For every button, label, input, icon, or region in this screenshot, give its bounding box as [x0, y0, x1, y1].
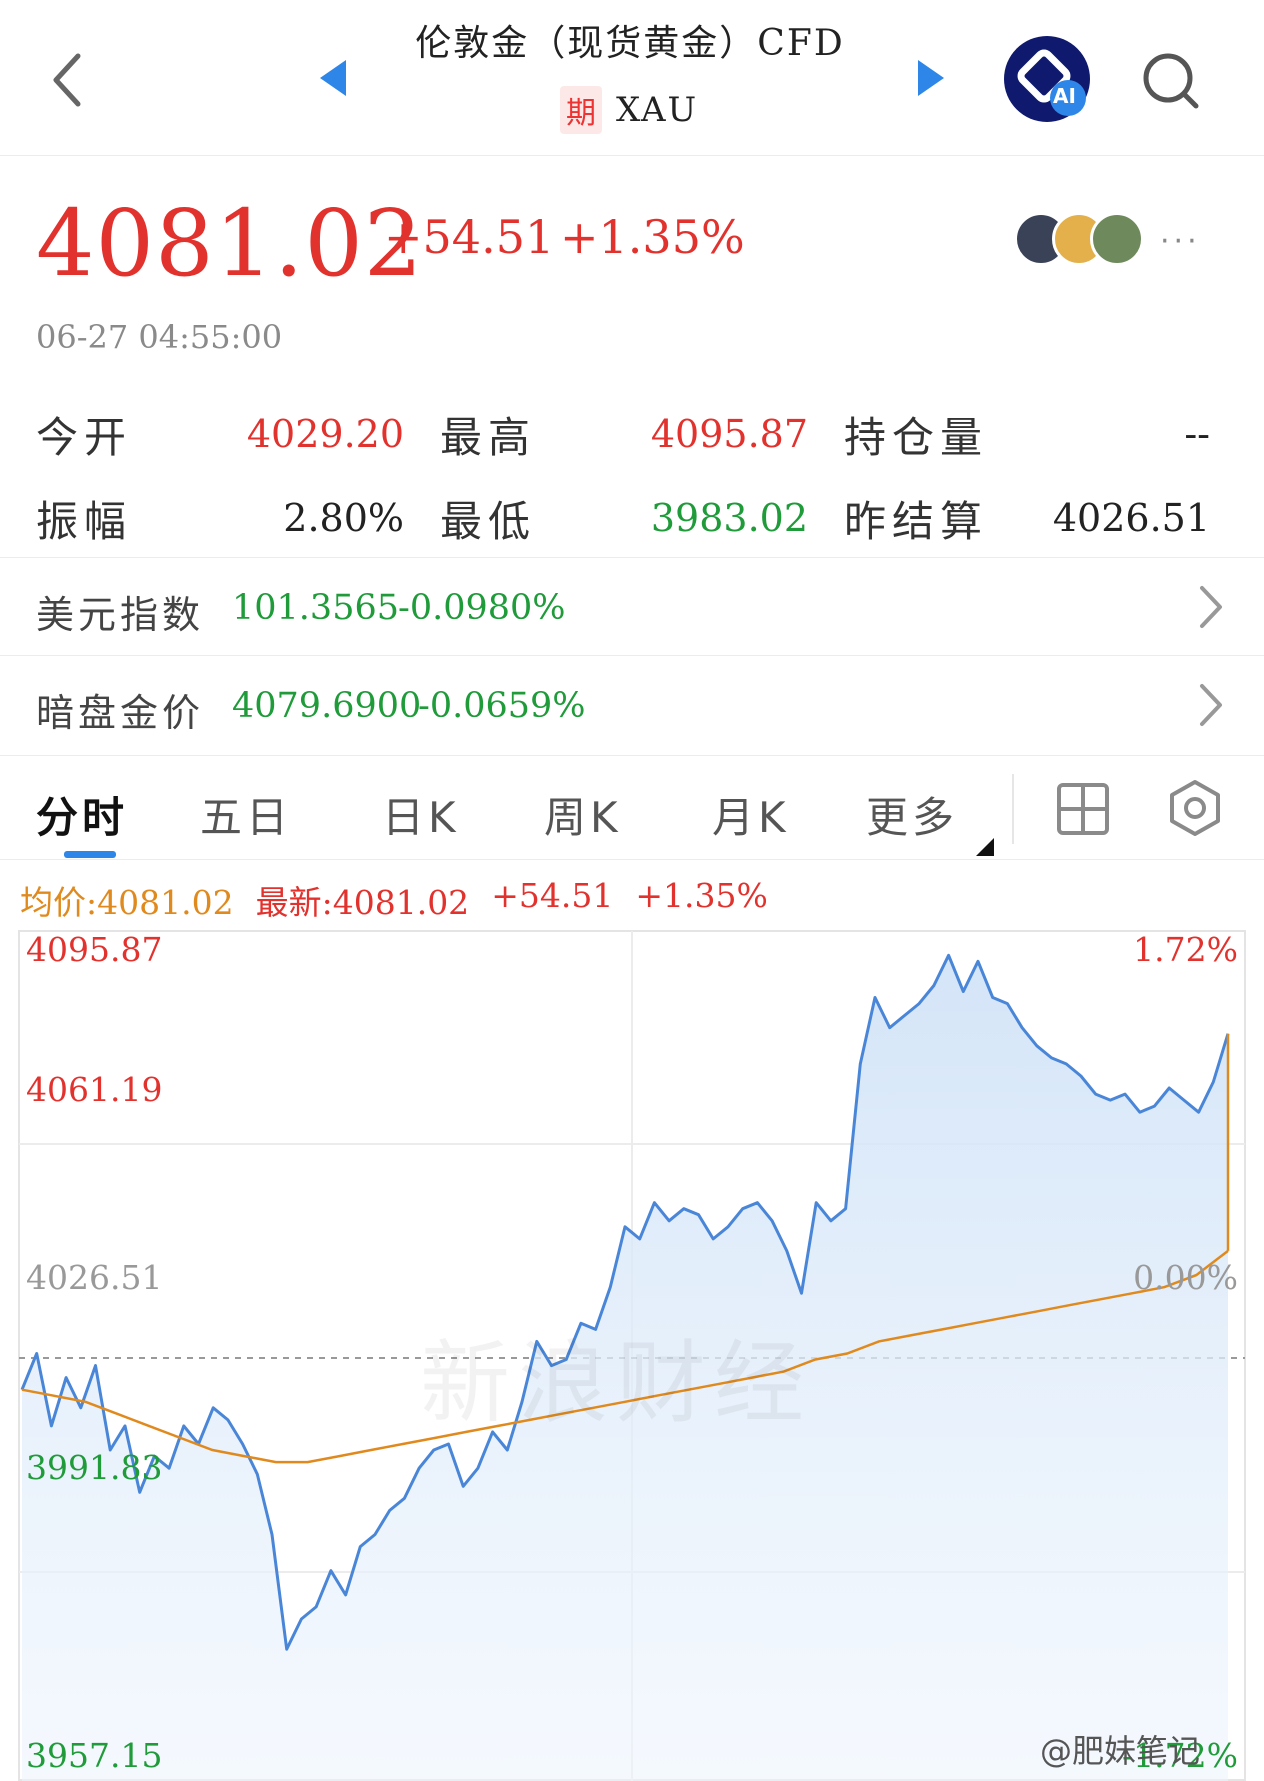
y-tick-left: 4061.19 [26, 1070, 163, 1109]
y-tick-left: 3991.83 [26, 1448, 163, 1487]
high-value: 4095.87 [650, 412, 808, 456]
prev-settle-value: 4026.51 [1052, 496, 1210, 540]
last-price: 4081.02 [36, 190, 424, 297]
settings-gear-icon[interactable] [1166, 778, 1224, 838]
open-interest-value: -- [1184, 412, 1210, 456]
summary-change: +54.51 [491, 876, 614, 915]
amplitude-value: 2.80% [283, 496, 404, 540]
y-tick-right: 1.72% [1133, 930, 1238, 969]
search-icon[interactable] [1138, 48, 1202, 112]
avatar [1090, 212, 1144, 266]
related-label: 美元指数 [36, 593, 205, 637]
tab-daily-k[interactable]: 日K [382, 784, 460, 845]
prev-settle-label: 昨结算 [844, 497, 989, 546]
ai-assistant-icon[interactable]: AI [1004, 36, 1090, 122]
quote-time: 06-27 04:55:00 [36, 318, 283, 356]
y-tick-right: 0.00% [1133, 1258, 1238, 1297]
avg-price: 均价:4081.02 [20, 876, 234, 924]
related-row-usd-index[interactable]: 美元指数 101.3565 -0.0980% [0, 557, 1264, 655]
low-label: 最低 [440, 497, 537, 546]
chevron-right-icon [1200, 684, 1222, 726]
y-tick-left: 4095.87 [26, 930, 163, 969]
chevron-right-icon [1200, 586, 1222, 628]
next-triangle-icon[interactable] [918, 60, 944, 96]
high-label: 最高 [440, 413, 537, 462]
y-tick-left: 4026.51 [26, 1258, 163, 1297]
tab-intraday[interactable]: 分时 [36, 784, 128, 845]
price-change-pct: +1.35% [560, 210, 745, 264]
open-interest-label: 持仓量 [844, 413, 989, 462]
summary-change-pct: +1.35% [635, 876, 768, 915]
amplitude-label: 振幅 [36, 497, 133, 546]
latest-price: 最新:4081.02 [256, 876, 470, 924]
related-change: -0.0659% [418, 686, 586, 726]
avg-price-label: 均价: [20, 883, 98, 922]
instrument-code-line: 期 XAU [560, 86, 699, 134]
latest-price-value: 4081.02 [332, 883, 470, 922]
chart-summary: 均价:4081.02 最新:4081.02 +54.51 +1.35% [20, 876, 768, 924]
tab-weekly-k[interactable]: 周K [544, 784, 622, 845]
futures-tag: 期 [560, 86, 602, 134]
instrument-title: 伦敦金（现货黄金）CFD [415, 23, 845, 64]
dropdown-corner-icon [976, 838, 994, 856]
more-menu-icon[interactable]: ··· [1160, 224, 1201, 259]
chart-period-tabs: 分时 五日 日K 周K 月K 更多 [0, 755, 1264, 860]
tab-more[interactable]: 更多 [866, 784, 958, 845]
price-change: +54.51 [384, 210, 555, 264]
watermark: 新浪财经 [420, 1331, 812, 1436]
low-value: 3983.02 [650, 496, 808, 540]
open-value: 4029.20 [246, 412, 404, 456]
y-tick-left: 3957.15 [26, 1736, 163, 1775]
layout-grid-icon[interactable] [1056, 782, 1110, 836]
community-avatars[interactable] [1014, 212, 1144, 266]
active-tab-indicator [64, 851, 116, 858]
related-value: 101.3565 [232, 588, 400, 628]
avg-price-value: 4081.02 [97, 883, 234, 922]
tab-monthly-k[interactable]: 月K [712, 784, 790, 845]
ai-badge-label: AI [1053, 84, 1076, 108]
related-row-dark-pool-gold[interactable]: 暗盘金价 4079.6900 -0.0659% [0, 655, 1264, 753]
related-change: -0.0980% [398, 588, 566, 628]
related-label: 暗盘金价 [36, 691, 205, 735]
app-header: 伦敦金（现货黄金）CFD 期 XAU AI [0, 0, 1264, 156]
related-value: 4079.6900 [232, 686, 422, 726]
latest-price-label: 最新: [255, 883, 333, 922]
instrument-code: XAU [616, 90, 699, 130]
open-label: 今开 [36, 413, 133, 462]
back-arrow-icon[interactable] [44, 50, 94, 110]
weibo-credit: @肥妹笔记 [1040, 1732, 1201, 1770]
tab-five-day[interactable]: 五日 [200, 784, 292, 845]
tab-divider [1012, 774, 1014, 844]
